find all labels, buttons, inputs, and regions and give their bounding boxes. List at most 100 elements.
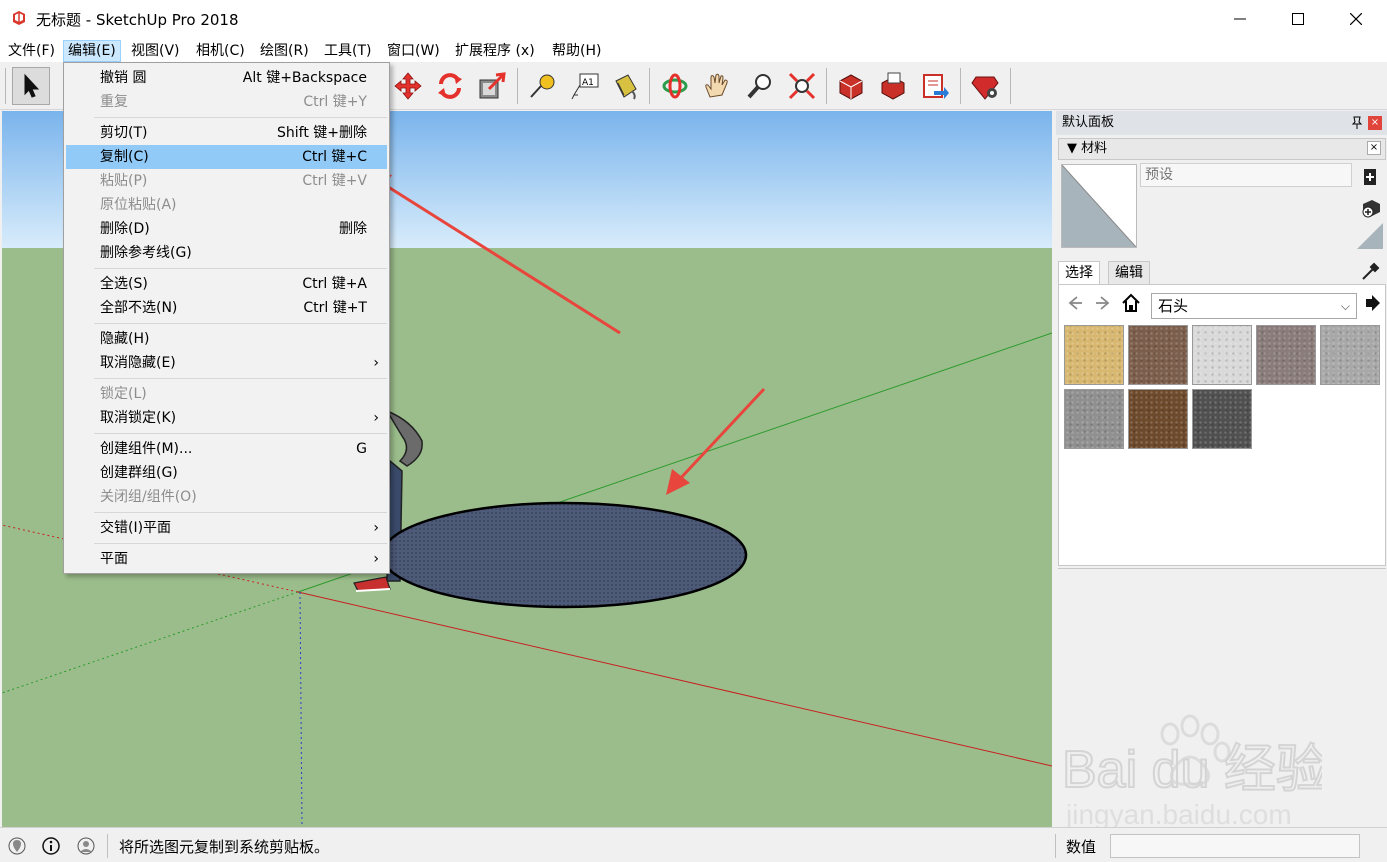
menu-intersect-faces[interactable]: 交错(I)平面 › — [66, 516, 387, 540]
extension-warehouse-button[interactable] — [966, 67, 1004, 105]
3d-warehouse-icon — [839, 74, 863, 100]
3d-warehouse-button[interactable] — [832, 67, 870, 105]
material-swatch[interactable] — [1192, 325, 1252, 385]
zoom-icon — [747, 74, 771, 99]
tab-edit[interactable]: 编辑 — [1108, 261, 1150, 285]
pin-icon[interactable] — [1351, 116, 1363, 130]
submenu-arrow-icon: › — [373, 410, 379, 426]
menu-copy[interactable]: 复制(C) Ctrl 键+C — [66, 145, 387, 169]
select-arrow-icon — [24, 73, 40, 98]
material-library: 石头 ⌵ — [1058, 284, 1386, 566]
menu-unlock[interactable]: 取消锁定(K) › — [66, 406, 387, 430]
materials-header[interactable]: ▼ 材料 × — [1058, 138, 1386, 160]
material-swatch[interactable] — [1128, 389, 1188, 449]
menu-help[interactable]: 帮助(H) — [548, 40, 605, 62]
menu-cut[interactable]: 剪切(T) Shift 键+删除 — [66, 121, 387, 145]
circle-face[interactable] — [380, 501, 748, 609]
menu-face[interactable]: 平面 › — [66, 547, 387, 571]
material-swatch[interactable] — [1192, 389, 1252, 449]
tape-measure-icon — [530, 74, 555, 98]
material-swatch[interactable] — [1256, 325, 1316, 385]
menu-hide[interactable]: 隐藏(H) — [66, 327, 387, 351]
back-arrow-icon[interactable] — [1065, 293, 1085, 313]
text-tool-button[interactable]: A1 — [566, 67, 604, 105]
menu-lock[interactable]: 锁定(L) — [66, 382, 387, 406]
home-icon[interactable] — [1121, 293, 1141, 313]
materials-tabs: 选择 编辑 — [1058, 261, 1386, 285]
tab-select[interactable]: 选择 — [1058, 261, 1100, 285]
menu-unhide[interactable]: 取消隐藏(E) › — [66, 351, 387, 375]
material-swatch[interactable] — [1128, 325, 1188, 385]
details-arrow-icon[interactable] — [1362, 293, 1382, 313]
menu-window[interactable]: 窗口(W) — [383, 40, 444, 62]
share-model-button[interactable] — [874, 67, 912, 105]
baidu-watermark: Bai du 经验 jingyan.baidu.com — [1062, 714, 1322, 830]
library-select[interactable]: 石头 ⌵ — [1151, 293, 1357, 319]
menu-camera[interactable]: 相机(C) — [192, 40, 249, 62]
tray-title: 默认面板 × — [1056, 111, 1387, 135]
menu-make-group[interactable]: 创建群组(G) — [66, 461, 387, 485]
menu-edit[interactable]: 编辑(E) — [63, 40, 121, 62]
default-material-icon[interactable] — [1357, 223, 1383, 249]
menu-close-group[interactable]: 关闭组/组件(O) — [66, 485, 387, 509]
status-bar: 将所选图元复制到系统剪贴板。 数值 — [0, 827, 1387, 862]
menu-redo[interactable]: 重复 Ctrl 键+Y — [66, 90, 387, 114]
create-material-icon[interactable] — [1360, 166, 1382, 188]
zoom-extents-button[interactable] — [783, 67, 821, 105]
eyedropper-icon[interactable] — [1359, 261, 1381, 283]
share-model-icon — [881, 72, 905, 100]
layout-send-icon — [923, 74, 949, 99]
menu-extensions[interactable]: 扩展程序 (x) — [451, 40, 539, 62]
svg-text:A1: A1 — [582, 78, 594, 88]
scale-tool-button[interactable] — [473, 67, 511, 105]
edit-menu-dropdown: 撤销 圆 Alt 键+Backspace 重复 Ctrl 键+Y 剪切(T) Shif… — [63, 62, 390, 574]
layout-send-button[interactable] — [916, 67, 954, 105]
close-icon — [1350, 13, 1362, 25]
menu-draw[interactable]: 绘图(R) — [256, 40, 313, 62]
rotate-icon — [438, 73, 462, 99]
menu-paste-in-place[interactable]: 原位粘贴(A) — [66, 193, 387, 217]
menu-make-component[interactable]: 创建组件(M)... G — [66, 437, 387, 461]
zoom-button[interactable] — [741, 67, 779, 105]
menu-paste[interactable]: 粘贴(P) Ctrl 键+V — [66, 169, 387, 193]
geo-location-icon[interactable] — [7, 836, 27, 856]
maximize-button[interactable] — [1269, 0, 1327, 38]
menu-file[interactable]: 文件(F) — [4, 40, 59, 62]
measurements-label: 数值 — [1066, 838, 1097, 856]
materials-close-icon[interactable]: × — [1367, 141, 1381, 155]
submenu-arrow-icon: › — [373, 551, 379, 567]
material-name-field[interactable]: 预设 — [1140, 163, 1352, 187]
title-bar: 无标题 - SketchUp Pro 2018 — [0, 0, 1387, 38]
menu-delete[interactable]: 删除(D) 删除 — [66, 217, 387, 241]
minimize-icon — [1234, 18, 1246, 20]
tray-close-icon[interactable]: × — [1368, 116, 1382, 130]
select-tool-button[interactable] — [12, 67, 50, 105]
pan-hand-icon — [705, 73, 728, 98]
pan-button[interactable] — [698, 67, 736, 105]
material-swatch[interactable] — [1064, 325, 1124, 385]
info-icon[interactable] — [41, 836, 61, 856]
status-message: 将所选图元复制到系统剪贴板。 — [119, 838, 330, 856]
tape-measure-button[interactable] — [523, 67, 561, 105]
text-label-icon: A1 — [571, 73, 599, 100]
measurements-input[interactable] — [1110, 834, 1360, 858]
menu-select-all[interactable]: 全选(S) Ctrl 键+A — [66, 272, 387, 296]
minimize-button[interactable] — [1211, 0, 1269, 38]
menu-delete-guides[interactable]: 删除参考线(G) — [66, 241, 387, 265]
maximize-icon — [1292, 13, 1304, 25]
svg-text:Bai du 经验: Bai du 经验 — [1062, 741, 1322, 799]
move-tool-button[interactable] — [389, 67, 427, 105]
close-button[interactable] — [1327, 0, 1385, 38]
paint-bucket-button[interactable] — [606, 67, 644, 105]
forward-arrow-icon[interactable] — [1093, 293, 1113, 313]
menu-select-none[interactable]: 全部不选(N) Ctrl 键+T — [66, 296, 387, 320]
rotate-tool-button[interactable] — [431, 67, 469, 105]
material-swatch[interactable] — [1320, 325, 1380, 385]
user-icon[interactable] — [76, 836, 96, 856]
material-swatch[interactable] — [1064, 389, 1124, 449]
orbit-button[interactable] — [656, 67, 694, 105]
menu-view[interactable]: 视图(V) — [127, 40, 184, 62]
material-stack-icon[interactable] — [1360, 197, 1382, 219]
menu-undo[interactable]: 撤销 圆 Alt 键+Backspace — [66, 66, 387, 90]
menu-tools[interactable]: 工具(T) — [320, 40, 375, 62]
